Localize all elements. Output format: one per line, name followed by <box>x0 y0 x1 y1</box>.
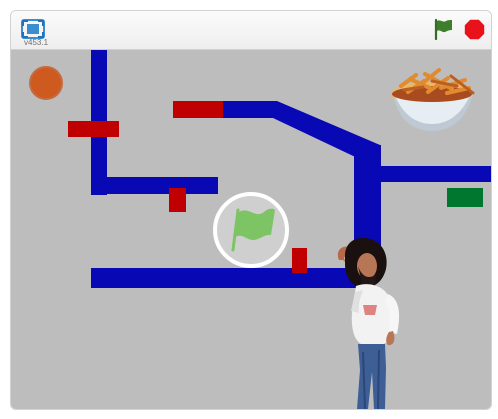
wall-right-horizontal <box>376 166 491 182</box>
scratch-player: v453.1 <box>10 10 492 410</box>
fullscreen-button[interactable] <box>21 19 45 39</box>
red-block-left <box>68 121 119 137</box>
food-bowl <box>391 68 475 131</box>
wall-bottom-horizontal <box>91 268 361 288</box>
wall-left-horizontal <box>91 177 218 194</box>
stop-button[interactable] <box>464 19 485 40</box>
stop-icon <box>464 19 485 40</box>
red-block-top <box>173 101 223 118</box>
red-block-bottom <box>292 248 307 273</box>
game-stage[interactable] <box>11 50 491 409</box>
green-flag-icon <box>434 18 452 41</box>
version-label: v453.1 <box>24 38 49 47</box>
stage-canvas <box>29 50 491 409</box>
orange-ball <box>29 66 63 100</box>
player-toolbar: v453.1 <box>11 11 491 50</box>
person-character <box>337 237 400 409</box>
red-block-middle <box>169 188 186 212</box>
fullscreen-icon <box>21 19 45 39</box>
goal-block <box>447 188 483 207</box>
play-flag-overlay[interactable] <box>213 192 289 268</box>
green-flag-button[interactable] <box>432 18 454 41</box>
